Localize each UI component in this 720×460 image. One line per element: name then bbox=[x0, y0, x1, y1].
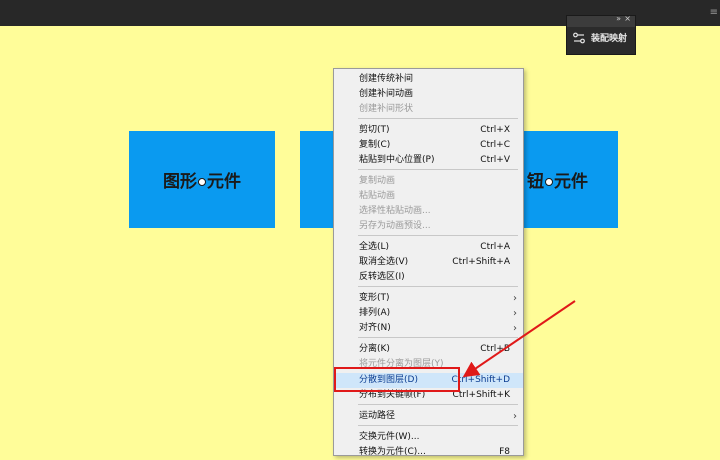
annotation-arrow bbox=[462, 300, 576, 378]
